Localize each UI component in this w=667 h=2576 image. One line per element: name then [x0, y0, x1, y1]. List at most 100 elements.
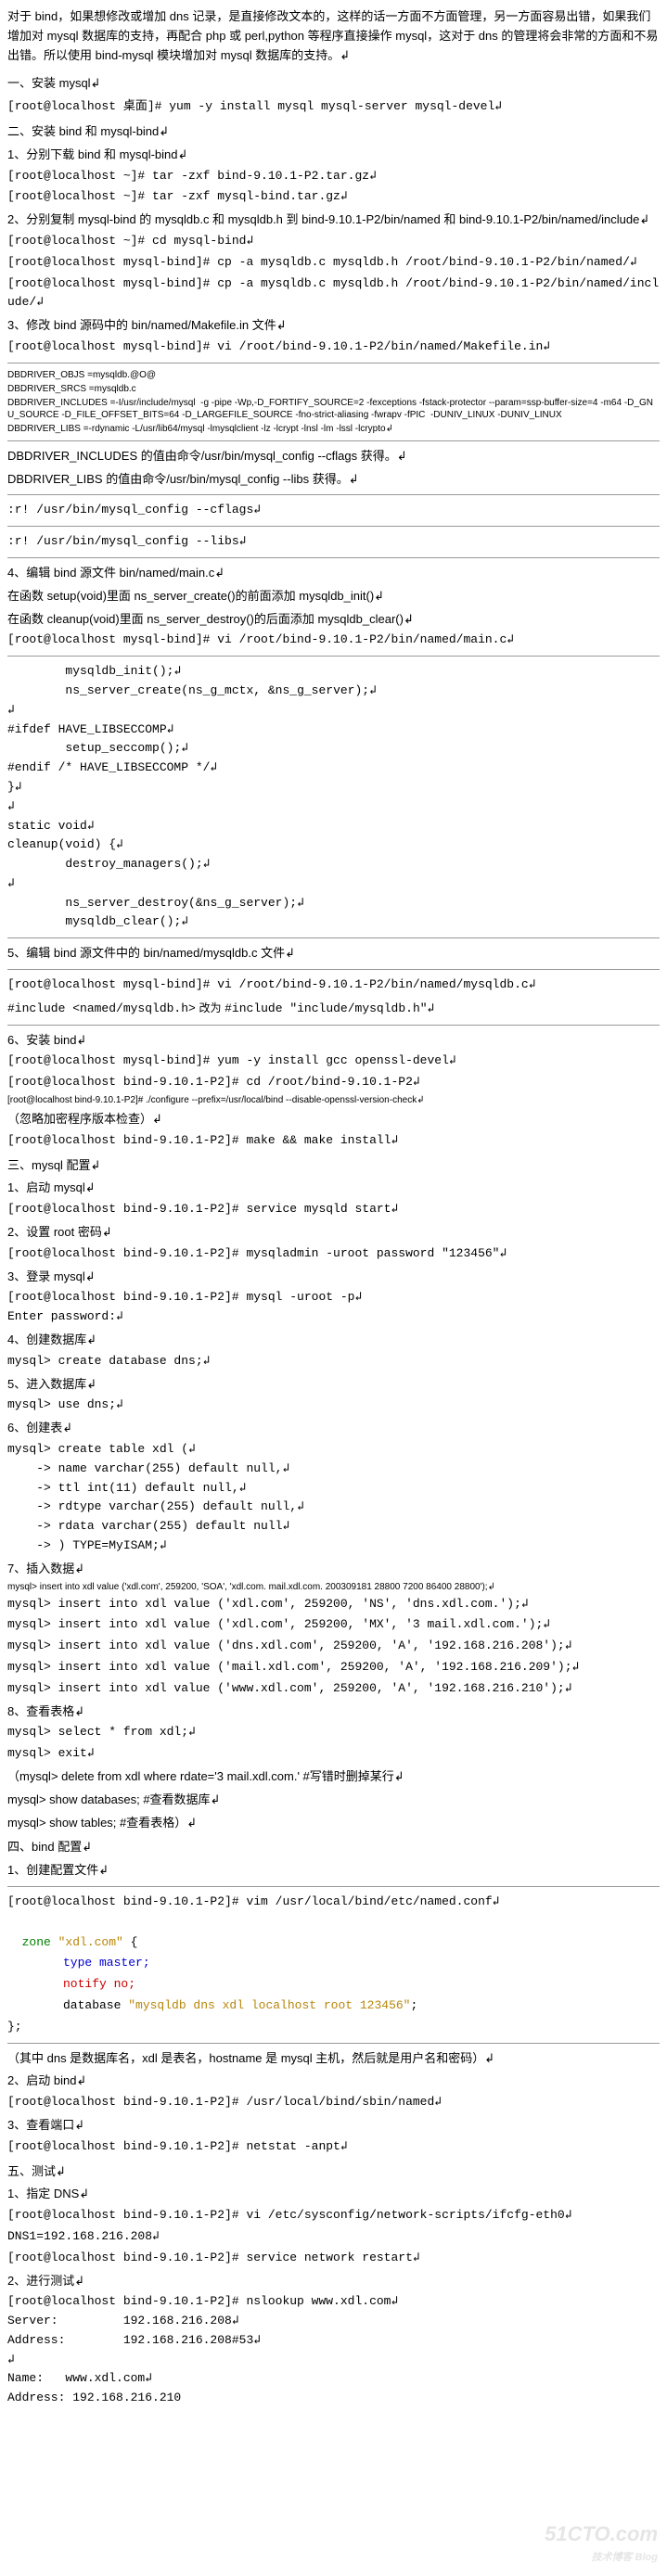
intro-text: 对于 bind，如果想修改或增加 dns 记录，是直接修改文本的，这样的话一方面…: [7, 7, 660, 65]
cmd-cp-named: [root@localhost mysql-bind]# cp -a mysql…: [7, 253, 660, 273]
cmd-insert-a-dns: mysql> insert into xdl value ('dns.xdl.c…: [7, 1637, 660, 1656]
watermark-sub: 技术博客 Blog: [545, 2550, 658, 2567]
separator: [7, 557, 660, 558]
cmd-cp-include: [root@localhost mysql-bind]# cp -a mysql…: [7, 274, 660, 313]
separator: [7, 937, 660, 938]
cmd-yum-mysql: [root@localhost 桌面]# yum -y install mysq…: [7, 97, 660, 117]
zone-block: zone "xdl.com" {: [7, 1914, 660, 1953]
cmd-libs: :r! /usr/bin/mysql_config --libs↲: [7, 532, 660, 552]
cmd-vi-mysqldbc: [root@localhost mysql-bind]# vi /root/bi…: [7, 976, 660, 995]
cmd-insert-a-www: mysql> insert into xdl value ('www.xdl.c…: [7, 1679, 660, 1699]
change-to: 改为: [199, 1001, 221, 1014]
cmd-exit: mysql> exit↲: [7, 1744, 660, 1764]
note-includes: DBDRIVER_INCLUDES 的值由命令/usr/bin/mysql_co…: [7, 447, 660, 466]
sub-2-5: 5、编辑 bind 源文件中的 bin/named/mysqldb.c 文件↲: [7, 944, 660, 963]
makefile-libs: DBDRIVER_LIBS =-rdynamic -L/usr/lib64/my…: [7, 423, 660, 435]
cmd-mysqld-start: [root@localhost bind-9.10.1-P2]# service…: [7, 1200, 660, 1219]
sub-3-8: 8、查看表格↲: [7, 1702, 660, 1722]
cmd-vi-ifcfg: [root@localhost bind-9.10.1-P2]# vi /etc…: [7, 2206, 660, 2225]
cmd-cd-bind: [root@localhost bind-9.10.1-P2]# cd /roo…: [7, 1073, 660, 1092]
cmd-make: [root@localhost bind-9.10.1-P2]# make &&…: [7, 1131, 660, 1151]
note-ignore-ssl: （忽略加密程序版本检查）↲: [7, 1110, 660, 1129]
cleanup-note: 在函数 cleanup(void)里面 ns_server_destroy()的…: [7, 610, 660, 630]
separator: [7, 1025, 660, 1026]
separator: [7, 494, 660, 495]
sub-3-3: 3、登录 mysql↲: [7, 1268, 660, 1287]
note-showtables: mysql> show tables; #查看表格）↲: [7, 1814, 660, 1833]
sub-2-2: 2、分别复制 mysql-bind 的 mysqldb.c 和 mysqldb.…: [7, 210, 660, 230]
sub-4-2: 2、启动 bind↲: [7, 2072, 660, 2091]
cmd-insert-ns: mysql> insert into xdl value ('xdl.com',…: [7, 1595, 660, 1614]
sub-4-1: 1、创建配置文件↲: [7, 1861, 660, 1881]
watermark-logo: 51CTO.com: [545, 2518, 658, 2550]
zone-notify: notify no;: [7, 1975, 660, 1995]
section-1: 一、安装 mysql↲: [7, 74, 660, 94]
cmd-configure: [root@localhost bind-9.10.1-P2]# ./confi…: [7, 1094, 660, 1106]
cmd-start-named: [root@localhost bind-9.10.1-P2]# /usr/lo…: [7, 2093, 660, 2112]
cmd-cflags: :r! /usr/bin/mysql_config --cflags↲: [7, 501, 660, 520]
sub-2-6: 6、安装 bind↲: [7, 1031, 660, 1051]
cmd-vi-mainc: [root@localhost mysql-bind]# vi /root/bi…: [7, 631, 660, 650]
sub-5-1: 1、指定 DNS↲: [7, 2185, 660, 2204]
cmd-tar-mysqlbind: [root@localhost ~]# tar -zxf mysql-bind.…: [7, 187, 660, 207]
cmd-insert-soa: mysql> insert into xdl value ('xdl.com',…: [7, 1581, 660, 1593]
zone-end: };: [7, 2018, 660, 2037]
sub-3-1: 1、启动 mysql↲: [7, 1179, 660, 1198]
separator: [7, 440, 660, 441]
section-2: 二、安装 bind 和 mysql-bind↲: [7, 122, 660, 142]
note-dbparams: （其中 dns 是数据库名，xdl 是表名，hostname 是 mysql 主…: [7, 2049, 660, 2069]
setup-note: 在函数 setup(void)里面 ns_server_create()的前面添…: [7, 587, 660, 606]
zone-keyword: zone: [22, 1935, 51, 1949]
separator: [7, 656, 660, 657]
section-3: 三、mysql 配置↲: [7, 1156, 660, 1176]
sub-3-5: 5、进入数据库↲: [7, 1375, 660, 1395]
cmd-network-restart: [root@localhost bind-9.10.1-P2]# service…: [7, 2249, 660, 2268]
sub-3-6: 6、创建表↲: [7, 1419, 660, 1438]
cmd-vi-makefile: [root@localhost mysql-bind]# vi /root/bi…: [7, 338, 660, 357]
code-mainc: mysqldb_init();↲ ns_server_create(ns_g_m…: [7, 662, 660, 932]
include-new: #include "include/mysqldb.h"↲: [224, 1001, 434, 1015]
note-libs: DBDRIVER_LIBS 的值由命令/usr/bin/mysql_config…: [7, 470, 660, 490]
sub-2-4: 4、编辑 bind 源文件 bin/named/main.c↲: [7, 564, 660, 583]
cmd-vim-namedconf: [root@localhost bind-9.10.1-P2]# vim /us…: [7, 1893, 660, 1912]
sub-3-4: 4、创建数据库↲: [7, 1331, 660, 1350]
cmd-mysqladmin: [root@localhost bind-9.10.1-P2]# mysqlad…: [7, 1244, 660, 1264]
cmd-select: mysql> select * from xdl;↲: [7, 1723, 660, 1742]
section-5: 五、测试↲: [7, 2162, 660, 2182]
sub-5-2: 2、进行测试↲: [7, 2272, 660, 2291]
cmd-netstat: [root@localhost bind-9.10.1-P2]# netstat…: [7, 2137, 660, 2157]
section-4: 四、bind 配置↲: [7, 1838, 660, 1857]
makefile-objs: DBDRIVER_OBJS =mysqldb.@O@: [7, 369, 660, 381]
sub-2-3: 3、修改 bind 源码中的 bin/named/Makefile.in 文件↲: [7, 316, 660, 336]
cmd-insert-a-mail: mysql> insert into xdl value ('mail.xdl.…: [7, 1658, 660, 1677]
cmd-cd-mysqlbind: [root@localhost ~]# cd mysql-bind↲: [7, 232, 660, 251]
cmd-insert-mx: mysql> insert into xdl value ('xdl.com',…: [7, 1615, 660, 1635]
makefile-srcs: DBDRIVER_SRCS =mysqldb.c: [7, 383, 660, 395]
separator: [7, 526, 660, 527]
dns1-line: DNS1=192.168.216.208↲: [7, 2227, 660, 2247]
separator: [7, 1886, 660, 1887]
cmd-mysql-login: [root@localhost bind-9.10.1-P2]# mysql -…: [7, 1288, 660, 1327]
sub-3-2: 2、设置 root 密码↲: [7, 1223, 660, 1243]
sub-2-1: 1、分别下载 bind 和 mysql-bind↲: [7, 146, 660, 165]
cmd-yum-gcc: [root@localhost mysql-bind]# yum -y inst…: [7, 1052, 660, 1071]
separator: [7, 2043, 660, 2044]
zone-database: database "mysqldb dns xdl localhost root…: [7, 1996, 660, 2016]
sub-3-7: 7、插入数据↲: [7, 1560, 660, 1579]
zone-brace: {: [123, 1935, 138, 1949]
makefile-includes: DBDRIVER_INCLUDES =-I/usr/include/mysql …: [7, 397, 660, 421]
separator: [7, 969, 660, 970]
cmd-create-table: mysql> create table xdl (↲ -> name varch…: [7, 1440, 660, 1556]
cmd-tar-bind: [root@localhost ~]# tar -zxf bind-9.10.1…: [7, 167, 660, 186]
cmd-use-db: mysql> use dns;↲: [7, 1396, 660, 1415]
note-showdb: mysql> show databases; #查看数据库↲: [7, 1791, 660, 1810]
zone-name: "xdl.com": [51, 1935, 123, 1949]
watermark: 51CTO.com 技术博客 Blog: [545, 2518, 658, 2567]
include-change: #include <named/mysqldb.h> 改为 #include "…: [7, 999, 660, 1019]
cmd-nslookup: [root@localhost bind-9.10.1-P2]# nslooku…: [7, 2292, 660, 2408]
note-delete: （mysql> delete from xdl where rdate='3 m…: [7, 1767, 660, 1787]
zone-type: type master;: [7, 1954, 660, 1973]
cmd-create-db: mysql> create database dns;↲: [7, 1352, 660, 1371]
sub-4-3: 3、查看端口↲: [7, 2116, 660, 2136]
include-old: #include <named/mysqldb.h>: [7, 1001, 196, 1015]
